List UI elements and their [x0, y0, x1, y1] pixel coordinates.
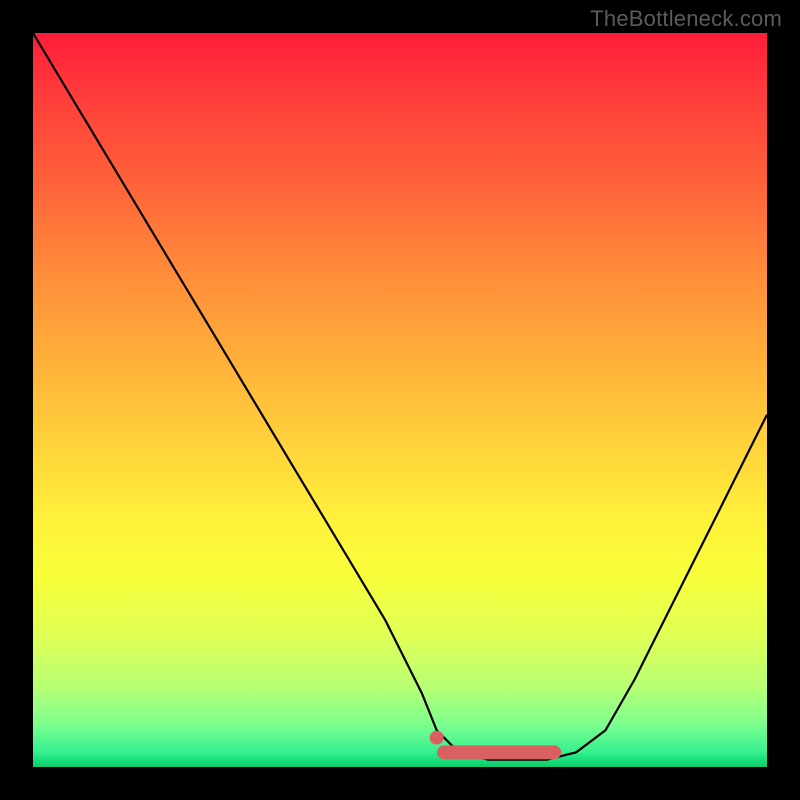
chart-plot-area — [33, 33, 767, 767]
chart-dot-marker — [430, 731, 444, 745]
watermark-text: TheBottleneck.com — [590, 6, 782, 32]
chart-svg — [33, 33, 767, 767]
chart-curve-line — [33, 33, 767, 760]
